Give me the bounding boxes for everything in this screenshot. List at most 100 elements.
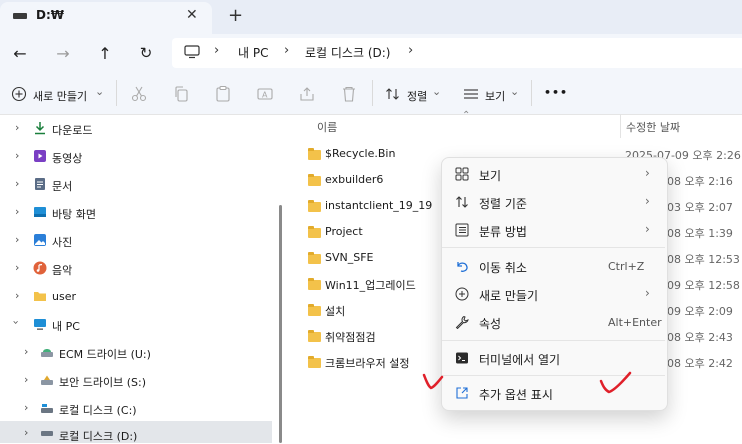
paste-icon[interactable] <box>214 85 232 103</box>
trash-icon[interactable] <box>340 85 358 103</box>
menu-item-label: 이동 취소 <box>479 261 527 275</box>
folder-icon <box>308 356 321 368</box>
chevron-down-icon: ⌄ <box>510 85 520 98</box>
sidebar-item-ecm-drive[interactable]: › ECM 드라이브 (U:) <box>0 339 274 367</box>
file-name: SVN_SFE <box>325 251 374 264</box>
sidebar-item-documents[interactable]: › 문서 <box>0 171 274 199</box>
plus-circle-icon <box>11 86 27 102</box>
tab-active[interactable] <box>0 2 212 34</box>
menu-item-label: 분류 방법 <box>479 225 527 239</box>
drive-icon <box>40 428 54 440</box>
chevron-down-icon: ⌄ <box>95 85 105 98</box>
menu-item-label: 정렬 기준 <box>479 197 527 211</box>
annotation-check-mark <box>418 368 448 394</box>
monitor-icon <box>184 45 200 59</box>
group-list-icon <box>455 223 469 237</box>
menu-item-new[interactable]: 새로 만들기 › <box>450 280 658 308</box>
open-external-icon <box>455 386 469 400</box>
sidebar-item-label: 바탕 화면 <box>52 208 96 221</box>
sidebar-item-music[interactable]: › 음악 <box>0 255 274 283</box>
file-name: exbuilder6 <box>325 173 384 186</box>
sidebar-item-downloads[interactable]: › 다운로드 <box>0 115 274 143</box>
plus-circle-icon <box>455 287 469 301</box>
file-date: 08 오후 2:42 <box>667 357 733 370</box>
download-icon <box>33 121 47 135</box>
folder-icon <box>308 148 321 160</box>
file-date: 09 오후 2:09 <box>667 305 733 318</box>
view-list-icon <box>463 88 479 100</box>
sidebar-scrollbar[interactable] <box>279 205 282 443</box>
tab-title: D:₩ <box>36 8 64 22</box>
breadcrumb-my-pc[interactable]: 내 PC <box>238 44 268 61</box>
command-bar <box>0 72 742 115</box>
pc-icon <box>33 317 47 331</box>
sort-icon <box>385 87 401 101</box>
sidebar-item-pictures[interactable]: › 사진 <box>0 227 274 255</box>
share-icon[interactable] <box>298 85 316 103</box>
column-divider[interactable] <box>620 114 621 138</box>
sidebar-item-label: 사진 <box>52 236 73 249</box>
sidebar-item-local-disk-d[interactable]: › 로컬 디스크 (D:) <box>0 421 274 443</box>
column-header-date[interactable]: 수정한 날짜 <box>626 119 680 135</box>
up-button[interactable]: ↑ <box>92 40 118 66</box>
sidebar-item-user[interactable]: › user <box>0 283 274 311</box>
breadcrumb-local-disk-d[interactable]: 로컬 디스크 (D:) <box>305 44 390 61</box>
menu-item-label: 속성 <box>479 317 502 331</box>
cut-icon[interactable] <box>130 85 148 103</box>
close-tab-button[interactable]: ✕ <box>186 7 198 23</box>
new-button[interactable]: 새로 만들기 <box>33 88 87 104</box>
menu-divider <box>442 340 665 341</box>
grid-view-icon <box>455 167 469 181</box>
wrench-icon <box>455 315 469 329</box>
annotation-check-mark <box>596 368 636 398</box>
sidebar-item-videos[interactable]: › 동영상 <box>0 143 274 171</box>
sidebar-item-my-pc[interactable]: › 내 PC <box>0 311 274 339</box>
copy-icon[interactable] <box>172 85 190 103</box>
document-icon <box>33 177 47 191</box>
folder-icon <box>308 200 321 212</box>
menu-item-group-by[interactable]: 분류 방법 › <box>450 216 658 244</box>
sidebar-item-label: 동영상 <box>52 152 83 165</box>
more-options-button[interactable]: ••• <box>544 86 568 99</box>
menu-item-sort-by[interactable]: 정렬 기준 › <box>450 188 658 216</box>
folder-icon <box>308 252 321 264</box>
sidebar-item-label: user <box>52 290 76 303</box>
sidebar-item-label: 로컬 디스크 (C:) <box>59 404 137 417</box>
menu-item-view[interactable]: 보기 › <box>450 160 658 188</box>
file-name: $Recycle.Bin <box>325 147 396 160</box>
breadcrumb-separator[interactable]: › <box>408 43 413 58</box>
sort-button[interactable]: 정렬 <box>407 88 427 104</box>
divider <box>372 80 373 106</box>
sidebar-item-label: 보안 드라이브 (S:) <box>59 376 146 389</box>
sort-arrow-icon: ⌃ <box>462 110 471 121</box>
sidebar-item-desktop[interactable]: › 바탕 화면 <box>0 199 274 227</box>
drive-icon <box>40 402 54 414</box>
view-button[interactable]: 보기 <box>485 88 505 104</box>
menu-item-undo-move[interactable]: 이동 취소 Ctrl+Z <box>450 252 658 280</box>
file-date: 08 오후 2:43 <box>667 331 733 344</box>
rename-icon[interactable]: A <box>256 85 274 103</box>
menu-item-label: 추가 옵션 표시 <box>479 388 553 402</box>
terminal-icon <box>455 351 469 365</box>
svg-text:A: A <box>262 91 268 100</box>
chevron-right-icon: › <box>645 222 650 236</box>
menu-item-properties[interactable]: 속성 Alt+Enter <box>450 308 662 336</box>
file-name: Win11_업그레이드 <box>325 279 416 292</box>
file-name: Project <box>325 225 363 238</box>
file-date: 09 오후 12:58 <box>667 279 740 292</box>
sidebar-item-secure-drive[interactable]: › 보안 드라이브 (S:) <box>0 367 274 395</box>
refresh-button[interactable]: ↻ <box>133 40 159 66</box>
chevron-right-icon: › <box>645 286 650 300</box>
menu-item-label: 터미널에서 열기 <box>479 353 561 367</box>
chevron-down-icon: ⌄ <box>432 85 442 98</box>
sidebar-item-local-disk-c[interactable]: › 로컬 디스크 (C:) <box>0 395 274 423</box>
column-header-name[interactable]: 이름 <box>317 119 337 135</box>
back-button[interactable]: ← <box>7 40 33 66</box>
file-date: 08 오후 2:16 <box>667 175 733 188</box>
menu-item-shortcut: Ctrl+Z <box>608 260 645 273</box>
file-date: 08 오후 1:39 <box>667 227 733 240</box>
forward-button[interactable]: → <box>50 40 76 66</box>
new-tab-button[interactable]: + <box>228 5 243 26</box>
folder-icon <box>308 330 321 342</box>
folder-icon <box>308 278 321 290</box>
